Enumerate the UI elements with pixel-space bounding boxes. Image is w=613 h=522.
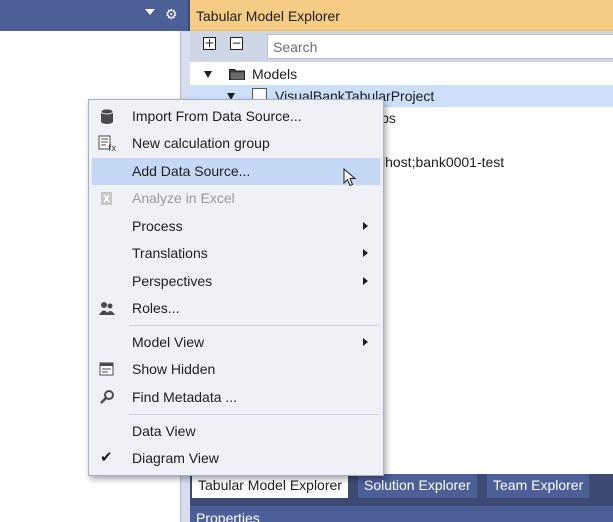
properties-title: Properties (196, 510, 260, 522)
collapse-all-button[interactable]: − (230, 37, 243, 50)
left-panel-header: ⚙ (0, 0, 188, 31)
menu-item-process[interactable]: Process (92, 213, 380, 240)
submenu-arrow-icon (363, 222, 368, 230)
menu-item-label: Roles... (132, 300, 180, 316)
excel-icon (101, 192, 112, 205)
menu-item-label: Find Metadata ... (132, 389, 238, 405)
menu-item-label: New calculation group (132, 135, 270, 151)
tab-solution-explorer[interactable]: Solution Explorer (358, 474, 477, 498)
menu-item-label: Import From Data Source... (132, 108, 302, 124)
submenu-arrow-icon (363, 338, 368, 346)
tab-tabular-model-explorer[interactable]: Tabular Model Explorer (192, 474, 348, 498)
menu-item-data-view[interactable]: Data View (92, 418, 380, 445)
menu-item-find-metadata[interactable]: Find Metadata ... (92, 384, 380, 411)
tree-item-models[interactable]: Models (190, 63, 613, 85)
expand-arrow-icon[interactable] (204, 71, 212, 78)
menu-item-label: Perspectives (132, 273, 213, 289)
svg-text:fx: fx (108, 144, 116, 152)
submenu-arrow-icon (363, 249, 368, 257)
tool-window-tab-strip: Tabular Model Explorer Solution Explorer… (190, 474, 613, 498)
menu-item-roles[interactable]: Roles... (92, 295, 380, 322)
menu-item-label: Analyze in Excel (132, 190, 235, 206)
tree-item-label: Models (252, 66, 298, 82)
tree-item-partial[interactable]: lhost;bank0001-test (382, 151, 504, 173)
chevron-down-icon[interactable] (145, 9, 155, 15)
gear-icon[interactable]: ⚙ (165, 5, 178, 23)
calculation-group-icon: fx (98, 135, 116, 152)
tab-team-explorer[interactable]: Team Explorer (487, 474, 590, 498)
mouse-cursor-icon (343, 168, 357, 187)
menu-item-label: Diagram View (132, 450, 219, 466)
expand-all-button[interactable]: + (203, 37, 216, 50)
tool-window-title-bar[interactable]: Tabular Model Explorer (190, 0, 613, 31)
properties-panel-header[interactable]: Properties (190, 506, 613, 522)
search-input[interactable] (273, 38, 593, 56)
folder-icon (229, 69, 245, 80)
submenu-arrow-icon (363, 277, 368, 285)
menu-item-label: Data View (132, 423, 196, 439)
context-menu: Import From Data Source... fx New calcul… (88, 99, 384, 476)
menu-item-label: Show Hidden (132, 361, 216, 377)
menu-item-label: Model View (132, 334, 205, 350)
menu-item-label: Add Data Source... (132, 163, 251, 179)
explorer-toolbar: + − (190, 31, 613, 62)
menu-item-label: Process (132, 218, 183, 234)
menu-item-translations[interactable]: Translations (92, 240, 380, 267)
menu-item-import-from-data-source[interactable]: Import From Data Source... (92, 103, 380, 130)
menu-separator (129, 414, 379, 415)
menu-item-new-calculation-group[interactable]: fx New calculation group (92, 130, 380, 157)
menu-item-show-hidden[interactable]: Show Hidden (92, 356, 380, 383)
search-box[interactable] (267, 34, 613, 59)
menu-separator (129, 325, 379, 326)
show-hidden-icon (99, 362, 114, 376)
menu-item-model-view[interactable]: Model View (92, 329, 380, 356)
find-icon (100, 390, 114, 404)
menu-item-analyze-in-excel[interactable]: Analyze in Excel (92, 185, 380, 212)
menu-item-label: Translations (132, 245, 208, 261)
tree-item-label: lhost;bank0001-test (382, 154, 505, 170)
menu-item-add-data-source[interactable]: Add Data Source... (92, 158, 380, 185)
roles-icon (99, 302, 115, 315)
checkmark-icon: ✔ (100, 448, 113, 466)
database-icon (100, 108, 114, 124)
menu-item-perspectives[interactable]: Perspectives (92, 268, 380, 295)
tool-window-title: Tabular Model Explorer (196, 8, 340, 24)
menu-item-diagram-view[interactable]: ✔ Diagram View (92, 445, 380, 472)
